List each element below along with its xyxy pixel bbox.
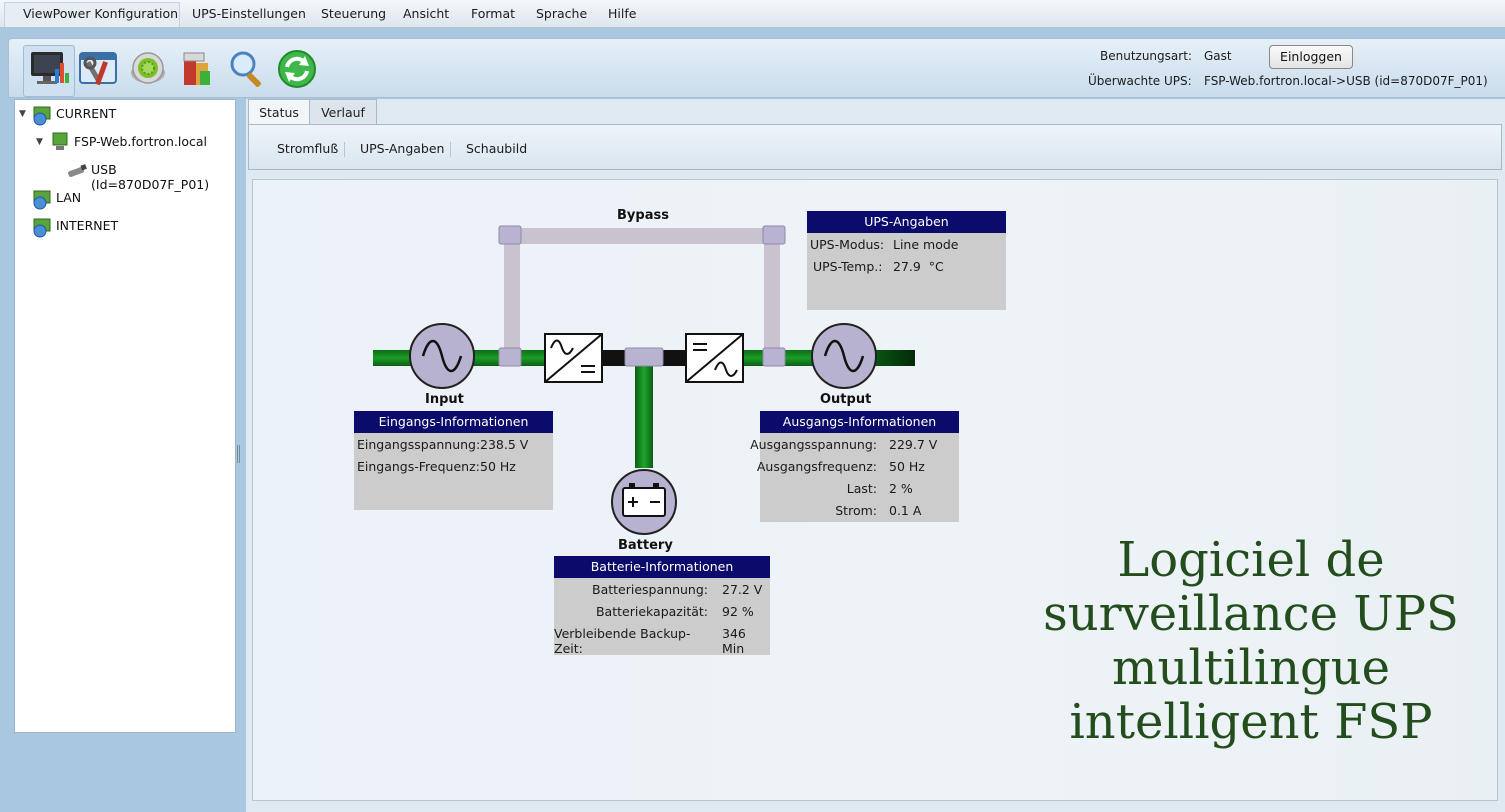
battery-label: Battery: [618, 538, 673, 553]
output-frequency-value: 50 Hz: [889, 459, 925, 474]
ups-temp-label: UPS-Temp.:: [813, 259, 883, 274]
tree-item-current[interactable]: CURRENT: [56, 106, 116, 121]
promo-line: Logiciel de: [1117, 532, 1385, 588]
ups-info-title: UPS-Angaben: [807, 211, 1006, 233]
usb-icon: [66, 161, 88, 182]
promo-line: multilingue: [1111, 640, 1391, 696]
output-info-title: Ausgangs-Informationen: [760, 411, 959, 433]
battery-voltage-label: Batteriespannung:: [592, 582, 708, 597]
subnav-stromfluss[interactable]: Stromfluß: [277, 141, 338, 156]
device-tree: ▼ CURRENT ▼ FSP-Web.fortron.local USB (I…: [14, 99, 236, 733]
output-current-label: Strom:: [835, 503, 877, 518]
menu-viewpower-konfiguration[interactable]: ViewPower Konfiguration: [23, 6, 178, 21]
network-globe-icon: [32, 188, 54, 213]
battery-icon: [611, 469, 677, 535]
expand-arrow-icon[interactable]: ▼: [19, 109, 26, 119]
refresh-icon[interactable]: [275, 47, 319, 91]
monitor-icon[interactable]: [27, 47, 71, 91]
ups-info-box: UPS-Angaben UPS-Modus: Line mode UPS-Tem…: [807, 211, 1006, 310]
menu-steuerung[interactable]: Steuerung: [321, 6, 386, 21]
junction-block: [624, 347, 664, 367]
search-icon[interactable]: [225, 47, 269, 91]
battery-backup-time-value: 346 Min: [722, 626, 746, 656]
menu-ansicht[interactable]: Ansicht: [403, 6, 449, 21]
battery-capacity-label: Batteriekapazität:: [595, 604, 708, 619]
login-button[interactable]: Einloggen: [1269, 45, 1353, 69]
output-load-value: 2 %: [889, 481, 913, 496]
menu-format[interactable]: Format: [471, 6, 515, 21]
tab-verlauf[interactable]: Verlauf: [309, 99, 377, 125]
monitored-ups-label: Überwachte UPS:: [1088, 74, 1192, 88]
tree-item-internet[interactable]: INTERNET: [56, 218, 118, 233]
promo-line: surveillance UPS: [1043, 586, 1459, 642]
output-ac-icon: [811, 323, 877, 389]
input-frequency-value: 50 Hz: [480, 459, 516, 474]
expand-arrow-icon[interactable]: ▼: [36, 137, 43, 147]
bypass-right-riser: [764, 228, 780, 358]
settings-icon[interactable]: [126, 47, 170, 91]
ups-mode-value: Line mode: [893, 237, 959, 252]
bypass-left-riser: [504, 228, 520, 358]
promo-overlay-text: Logiciel de surveillance UPS multilingue…: [1016, 533, 1486, 749]
sub-navigation: Stromfluß UPS-Angaben Schaubild: [248, 124, 1502, 170]
battery-capacity-value: 92 %: [722, 604, 754, 619]
subnav-separator: [450, 142, 451, 157]
output-voltage-label: Ausgangsspannung:: [750, 437, 877, 452]
battery-line: [635, 358, 653, 468]
network-globe-icon: [32, 104, 54, 129]
panel-splitter-handle[interactable]: [237, 445, 241, 463]
input-voltage-label: Eingangsspannung:: [357, 437, 481, 452]
ups-temp-value: 27.9 °C: [893, 259, 944, 274]
subnav-ups-angaben[interactable]: UPS-Angaben: [360, 141, 444, 156]
menu-sprache[interactable]: Sprache: [536, 6, 587, 21]
menu-bar: ViewPower Konfiguration UPS-Einstellunge…: [0, 0, 1505, 28]
output-current-value: 0.1 A: [889, 503, 922, 518]
tree-item-lan[interactable]: LAN: [56, 190, 81, 205]
battery-voltage-value: 27.2 V: [722, 582, 763, 597]
promo-line: intelligent FSP: [1069, 694, 1433, 750]
output-voltage-value: 229.7 V: [889, 437, 938, 452]
user-type-label: Benutzungsart:: [1100, 49, 1192, 63]
input-frequency-label: Eingangs-Frequenz:: [357, 459, 480, 474]
input-ac-icon: [409, 323, 475, 389]
tab-status[interactable]: Status: [248, 99, 310, 125]
battery-info-title: Batterie-Informationen: [554, 556, 770, 578]
subnav-separator: [344, 142, 345, 157]
inverter-dc-ac-icon: [685, 333, 744, 383]
input-info-box: Eingangs-Informationen Eingangsspannung:…: [354, 411, 553, 510]
input-label: Input: [425, 392, 464, 407]
battery-info-box: Batterie-Informationen Batteriespannung:…: [554, 556, 770, 656]
menu-hilfe[interactable]: Hilfe: [608, 6, 636, 21]
battery-pack-icon[interactable]: [176, 47, 220, 91]
monitored-ups-value: FSP-Web.fortron.local->USB (id=870D07F_P…: [1204, 74, 1488, 88]
subnav-schaubild[interactable]: Schaubild: [466, 141, 527, 156]
rectifier-ac-dc-icon: [544, 333, 603, 383]
junction-block: [762, 347, 786, 367]
junction-block: [498, 347, 522, 367]
computer-icon: [50, 131, 72, 156]
bypass-line: [504, 228, 779, 244]
output-load-label: Last:: [846, 481, 877, 496]
input-info-title: Eingangs-Informationen: [354, 411, 553, 433]
bypass-label: Bypass: [617, 208, 669, 223]
user-type-value: Gast: [1204, 49, 1232, 63]
menu-ups-einstellungen[interactable]: UPS-Einstellungen: [192, 6, 306, 21]
output-info-box: Ausgangs-Informationen Ausgangsspannung:…: [750, 411, 959, 522]
output-frequency-label: Ausgangsfrequenz:: [756, 459, 877, 474]
junction-block: [498, 225, 522, 245]
battery-backup-time-label: Verbleibende Backup-Zeit:: [554, 626, 691, 656]
ups-mode-label: UPS-Modus:: [810, 237, 885, 252]
input-voltage-value: 238.5 V: [480, 437, 529, 452]
toolbar: Benutzungsart: Gast Einloggen Überwachte…: [8, 38, 1505, 98]
output-label: Output: [820, 392, 872, 407]
junction-block: [762, 225, 786, 245]
network-globe-icon: [32, 216, 54, 241]
tools-icon[interactable]: [77, 47, 121, 91]
tree-item-usb-device[interactable]: USB (Id=870D07F_P01): [91, 162, 235, 192]
tree-item-host[interactable]: FSP-Web.fortron.local: [74, 134, 207, 149]
